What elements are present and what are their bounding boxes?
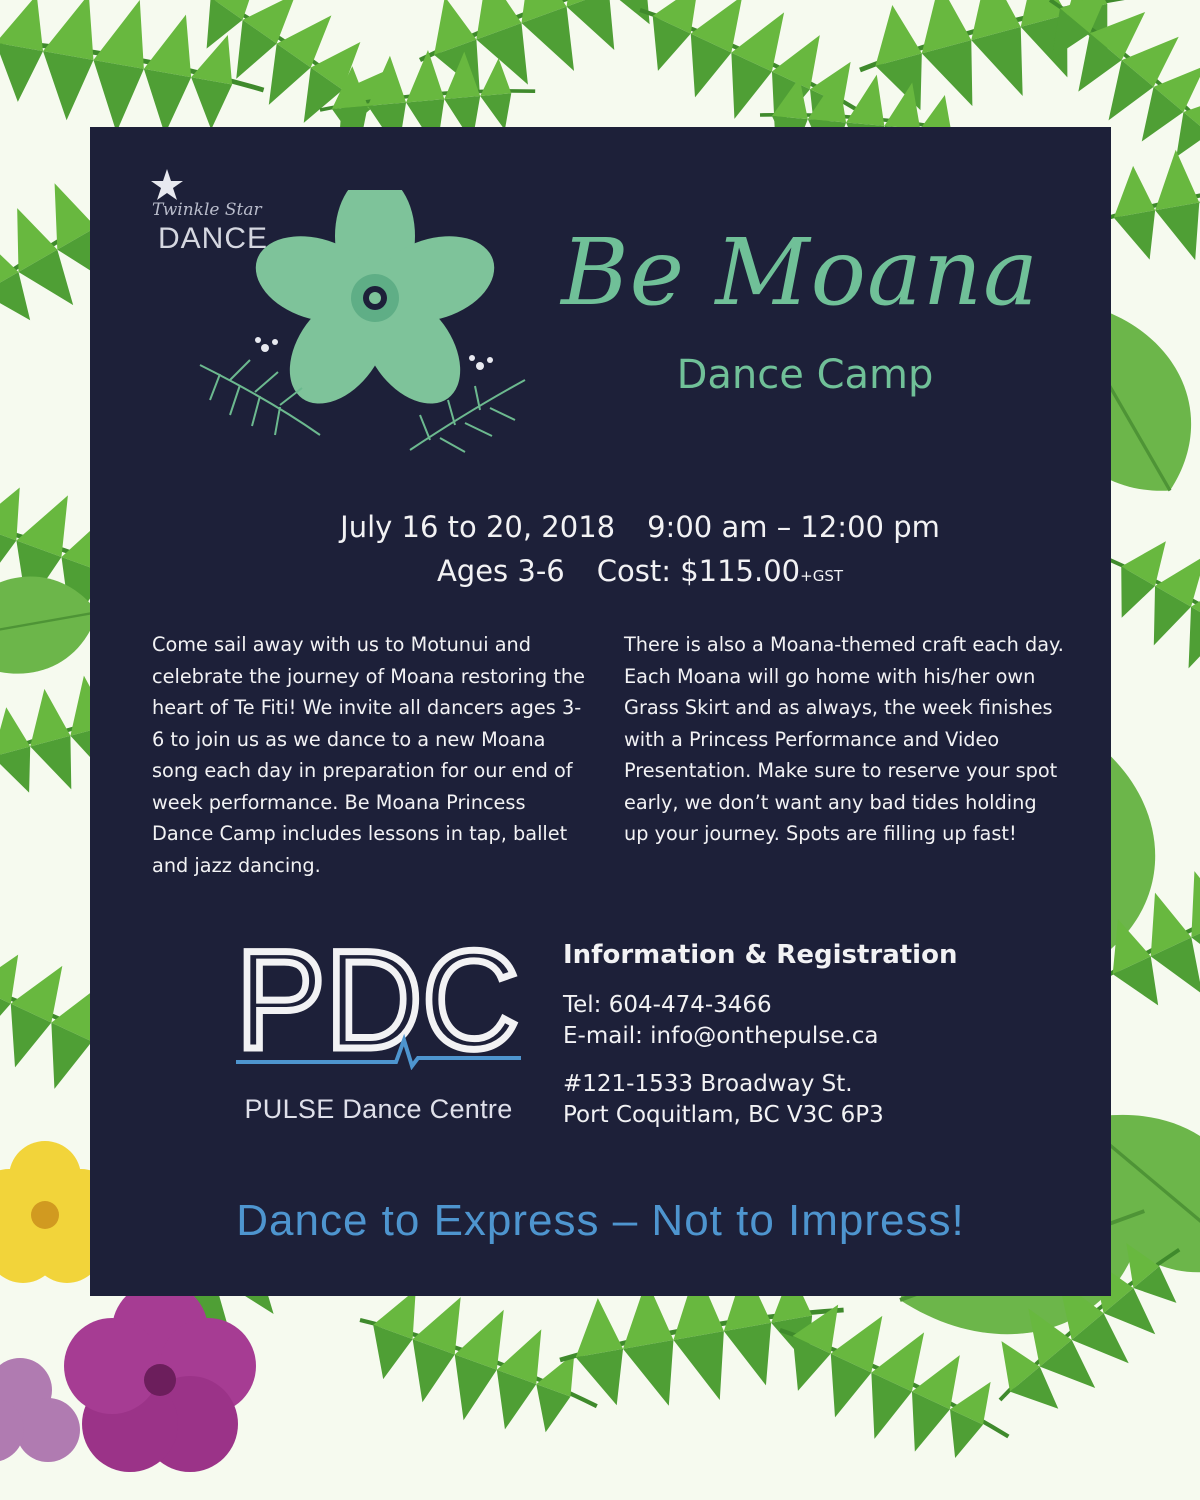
pdc-subtitle: PULSE Dance Centre [244, 1094, 513, 1124]
schedule-line: July 16 to 20, 2018 9:00 am – 12:00 pm [90, 510, 1190, 544]
tagline: Dance to Express – Not to Impress! [236, 1196, 965, 1245]
camp-ages: Ages 3-6 [436, 554, 565, 588]
pdc-logo: PDC [236, 940, 521, 1070]
phone-number[interactable]: Tel: 604-474-3466 [563, 990, 772, 1020]
camp-dates: July 16 to 20, 2018 [340, 510, 616, 544]
price-line: Ages 3-6 Cost: $115.00+GST [90, 554, 1190, 588]
email-address[interactable]: E-mail: info@onthepulse.ca [563, 1021, 878, 1051]
info-heading: Information & Registration [563, 940, 958, 970]
hibiscus-flower-icon [199, 190, 526, 453]
camp-cost: Cost: $115.00 [596, 554, 801, 588]
address-line-1: #121-1533 Broadway St. [563, 1071, 853, 1097]
cost-suffix: +GST [800, 567, 844, 585]
camp-time: 9:00 am – 12:00 pm [647, 510, 940, 544]
star-icon [151, 169, 183, 200]
pdc-logo-text: PDC [236, 940, 519, 1070]
address-line-2: Port Coquitlam, BC V3C 6P3 [563, 1102, 884, 1128]
camp-subtitle: Dance Camp [676, 352, 934, 398]
description-left: Come sail away with us to Motunui and ce… [152, 633, 585, 877]
description-right: There is also a Moana-themed craft each … [624, 633, 1064, 845]
camp-title: Be Moana [561, 219, 1039, 326]
